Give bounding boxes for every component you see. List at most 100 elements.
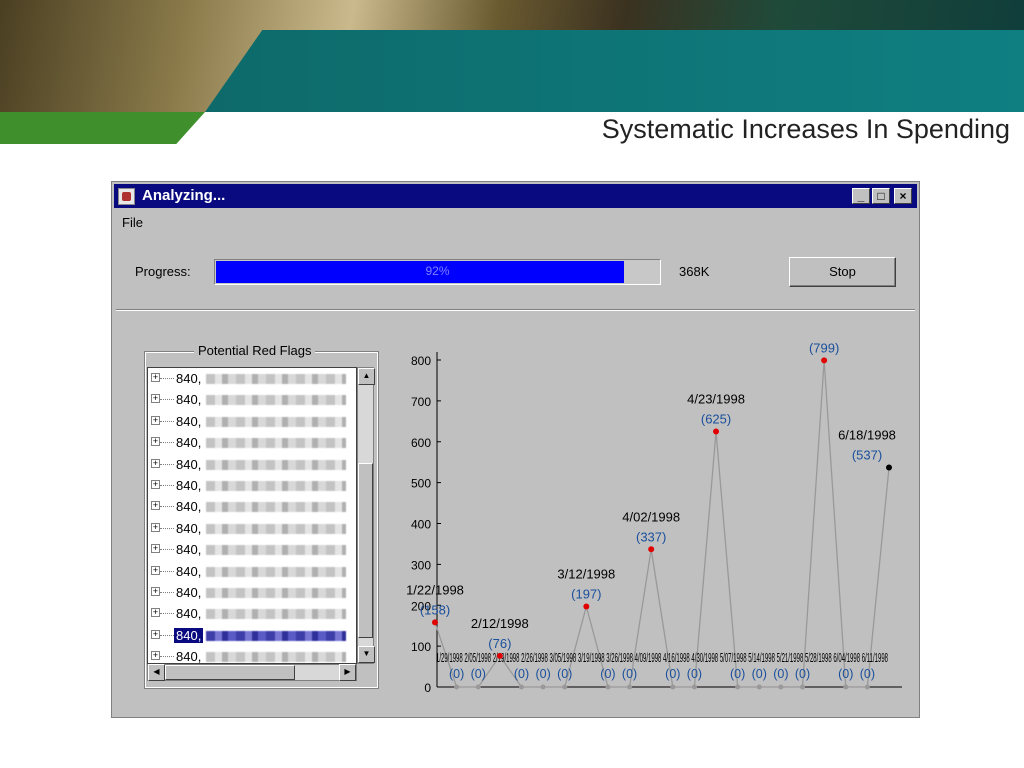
y-tick-label: 700 — [411, 395, 431, 409]
tree-connector — [160, 527, 174, 529]
data-point — [800, 684, 806, 690]
redacted-text — [206, 395, 346, 406]
data-label: (76) — [488, 636, 511, 651]
tree-item[interactable]: +840, — [148, 539, 356, 560]
tree-item[interactable]: +840, — [148, 582, 356, 603]
redacted-text — [206, 502, 346, 513]
expand-plus-icon[interactable]: + — [151, 522, 160, 532]
date-label: 4/02/1998 — [622, 509, 680, 524]
data-point — [886, 464, 892, 471]
expand-plus-icon[interactable]: + — [151, 629, 160, 639]
y-tick-label: 400 — [411, 518, 431, 532]
close-button[interactable]: × — [894, 188, 912, 204]
tree-item[interactable]: +840, — [148, 368, 356, 389]
expand-plus-icon[interactable]: + — [151, 415, 160, 425]
data-point — [432, 619, 438, 626]
scroll-left-arrow-icon[interactable]: ◀ — [148, 664, 165, 681]
menu-file[interactable]: File — [122, 215, 143, 230]
expand-plus-icon[interactable]: + — [151, 458, 160, 468]
data-label: (0) — [600, 667, 615, 681]
redacted-text — [206, 438, 346, 449]
data-label: (0) — [471, 667, 486, 681]
red-flags-title: Potential Red Flags — [194, 343, 316, 358]
vertical-scrollbar[interactable]: ▲ ▼ — [357, 367, 375, 664]
tree-item[interactable]: +840, — [148, 475, 356, 496]
scroll-up-arrow-icon[interactable]: ▲ — [358, 368, 375, 385]
tree-connector — [160, 656, 174, 658]
data-label: (0) — [860, 667, 875, 681]
tree-connector — [160, 442, 174, 444]
tree-connector — [160, 570, 174, 572]
tree-item-label: 840, — [176, 520, 202, 536]
tree-connector — [160, 506, 174, 508]
tree-item[interactable]: +840, — [148, 432, 356, 453]
tree-item[interactable]: +840, — [148, 454, 356, 475]
tree-item[interactable]: +840, — [148, 603, 356, 624]
data-point — [518, 684, 524, 690]
expand-plus-icon[interactable]: + — [151, 437, 160, 447]
expand-plus-icon[interactable]: + — [151, 501, 160, 511]
analyzing-window: Analyzing... _ □ × File Progress: 92% 36… — [111, 181, 920, 718]
expand-plus-icon[interactable]: + — [151, 587, 160, 596]
data-label: (0) — [838, 667, 853, 681]
tree-item-label: 840, — [176, 478, 202, 493]
tree-connector — [160, 592, 174, 593]
data-point — [821, 357, 828, 364]
scroll-down-arrow-icon[interactable]: ▼ — [358, 646, 375, 663]
header-teal-band — [205, 30, 1024, 112]
stop-button[interactable]: Stop — [789, 257, 896, 287]
red-flags-tree[interactable]: +840, +840, +840, +840, +840, +840, +840, +840,… — [147, 367, 357, 664]
redacted-text — [206, 459, 346, 470]
tree-item[interactable]: +840, — [148, 389, 356, 410]
redacted-text — [206, 652, 346, 663]
y-tick-label: 600 — [411, 436, 431, 450]
bytes-processed: 368K — [679, 264, 710, 279]
data-point — [691, 684, 697, 690]
data-label: (0) — [752, 667, 767, 681]
tree-item[interactable]: +840, — [148, 561, 356, 582]
data-point — [605, 684, 611, 690]
data-point — [583, 603, 590, 610]
data-point — [843, 684, 849, 690]
data-point — [627, 684, 633, 690]
tree-item[interactable]: +840, — [148, 518, 356, 539]
tree-item[interactable]: +840, — [148, 625, 356, 646]
y-tick-label: 0 — [424, 681, 431, 695]
expand-plus-icon[interactable]: + — [151, 544, 160, 554]
scroll-right-arrow-icon[interactable]: ▶ — [339, 664, 356, 681]
tree-item[interactable]: +840, — [148, 646, 356, 663]
expand-plus-icon[interactable]: + — [151, 394, 160, 404]
redacted-text — [206, 566, 346, 577]
date-label: 2/12/1998 — [471, 616, 529, 631]
tree-item-label: 840, — [176, 585, 202, 600]
vertical-scroll-thumb[interactable] — [358, 463, 373, 638]
horizontal-scrollbar[interactable]: ◀ ▶ — [147, 664, 357, 681]
horizontal-scroll-thumb[interactable] — [165, 665, 295, 680]
expand-plus-icon[interactable]: + — [151, 565, 160, 575]
expand-plus-icon[interactable]: + — [151, 373, 160, 382]
redacted-text — [206, 523, 346, 534]
data-label: (158) — [420, 602, 450, 617]
spending-chart: 01002003004005006007008001/29/1998 2/05/… — [406, 340, 902, 695]
tree-connector — [160, 549, 174, 551]
tree-item[interactable]: +840, — [148, 411, 356, 432]
maximize-button[interactable]: □ — [872, 188, 890, 204]
redacted-text — [206, 374, 346, 384]
data-label: (0) — [795, 667, 810, 681]
java-app-icon — [118, 188, 135, 205]
slide-title: Systematic Increases In Spending — [601, 114, 1010, 144]
data-label: (0) — [665, 667, 680, 681]
tree-item-label: 840, — [176, 456, 202, 472]
expand-plus-icon[interactable]: + — [151, 480, 160, 489]
window-titlebar[interactable]: Analyzing... _ □ × — [114, 184, 917, 208]
data-point — [562, 684, 568, 690]
data-point — [735, 684, 741, 690]
expand-plus-icon[interactable]: + — [151, 651, 160, 661]
minimize-button[interactable]: _ — [852, 188, 870, 204]
date-label: 6/18/1998 — [838, 428, 896, 443]
redacted-text — [206, 609, 346, 620]
tree-item[interactable]: +840, — [148, 496, 356, 517]
tree-item-label: 840, — [176, 542, 202, 558]
tree-item-label: 840, — [176, 499, 202, 515]
expand-plus-icon[interactable]: + — [151, 608, 160, 618]
